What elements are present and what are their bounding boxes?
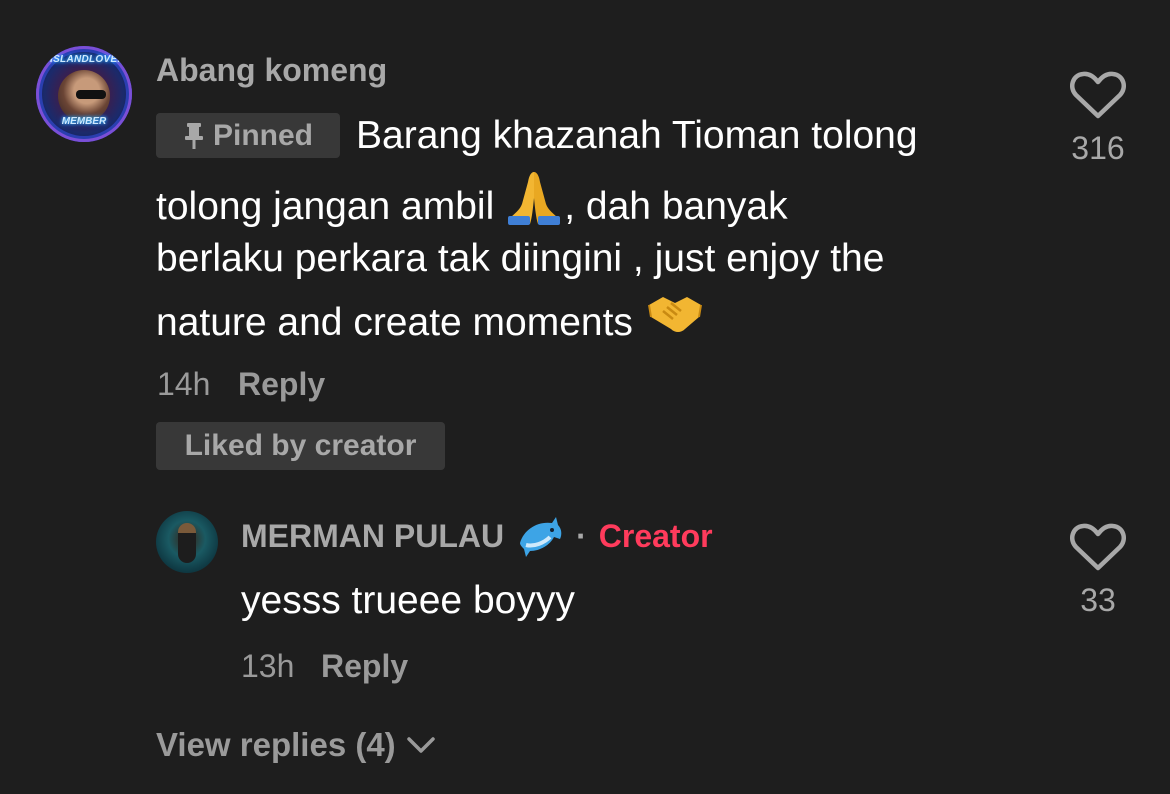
commenter-avatar[interactable]: ISLANDLOVER MEMBER [36,46,132,142]
heart-icon [1070,71,1126,124]
avatar-sunglasses [76,90,106,99]
liked-by-creator-label: Liked by creator [184,429,417,462]
heart-icon [1070,523,1126,576]
pinned-label: Pinned [212,118,313,152]
comment-text-line-1: Barang khazanah Tioman tolong [356,114,918,157]
view-replies-label: View replies (4) [156,726,396,763]
comment-reply-button[interactable]: Reply [238,366,325,403]
reply-header: MERMAN PULAU · Creator [241,513,713,559]
comment-timestamp: 14h [157,366,211,402]
comment-text-line-3: berlaku perkara tak diingini , just enjo… [156,237,885,280]
dolphin-emoji-icon [516,513,564,559]
chevron-down-icon [406,735,436,755]
reply-like-count: 33 [1080,582,1116,618]
comment-text-line-4: nature and create moments [156,291,705,353]
pinned-badge: Pinned [156,113,340,158]
liked-by-creator-badge: Liked by creator [156,422,445,470]
pin-icon [183,121,205,151]
creator-badge: Creator [598,517,713,554]
reply-avatar[interactable] [156,511,218,573]
avatar-badge-bottom: MEMBER [61,116,107,127]
reply-username[interactable]: MERMAN PULAU [241,518,504,555]
comment-text-line-4-text: nature and create moments [156,300,633,344]
separator-dot: · [576,517,587,554]
comment-like-count: 316 [1071,130,1125,166]
reply-timestamp: 13h [241,648,295,684]
avatar-badge-top: ISLANDLOVER [50,54,125,65]
avatar-photo [178,523,196,563]
handshake-emoji-icon [645,291,705,353]
commenter-username[interactable]: Abang komeng [156,52,387,89]
comment-like-button[interactable] [1070,70,1126,125]
view-replies-button[interactable]: View replies (4) [156,726,436,764]
reply-text: yesss trueee boyyy [241,579,575,622]
reply-like-button[interactable] [1070,522,1126,577]
reply-reply-button[interactable]: Reply [321,648,408,685]
